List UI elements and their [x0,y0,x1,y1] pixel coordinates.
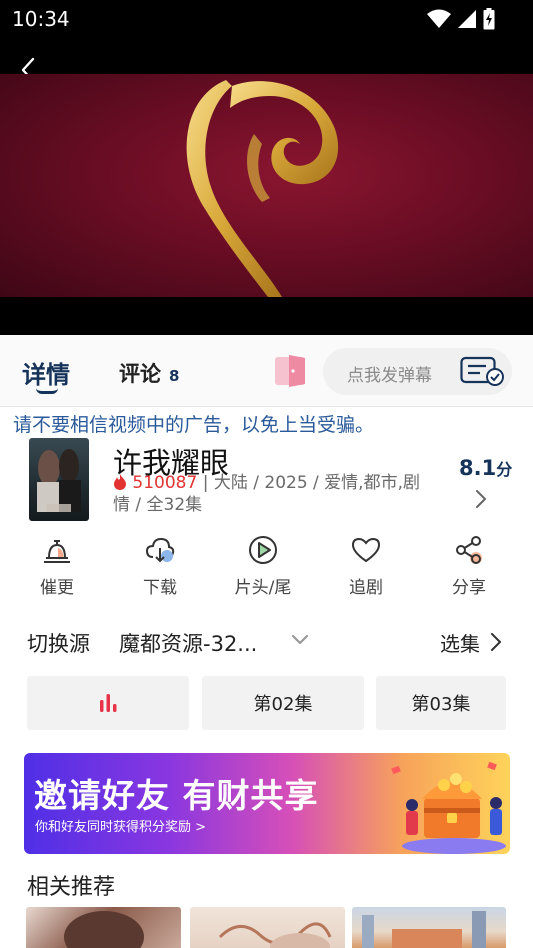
treasure-chest-illustration [391,761,506,854]
playing-bars-icon [100,694,117,712]
play-circle-icon [249,536,277,564]
chevron-down-icon[interactable] [290,632,310,648]
heat-count: 510087 [132,473,198,493]
cloud-download-icon [145,537,175,563]
action-label: 分享 [452,578,486,598]
tab-bar: 详情 评论 8 点我发弹幕 [0,335,533,407]
bell-icon [44,540,70,563]
related-section-title: 相关推荐 [27,875,116,900]
episodes-link[interactable]: 选集 [440,628,480,657]
show-poster[interactable] [29,438,89,521]
flame-icon [114,474,126,490]
share-button[interactable]: 分享 [424,534,514,600]
invite-banner[interactable]: 邀请好友 有财共享 你和好友同时获得积分奖励 > [24,753,510,854]
thumbnail-art [218,922,332,948]
tab-detail[interactable]: 详情 [22,355,70,390]
video-frame[interactable] [0,74,533,297]
scam-warning: 请不要相信视频中的广告，以免上当受骗。 [13,414,375,436]
danmaku-placeholder: 点我发弹幕 [347,366,432,386]
battery-charging-icon [483,8,495,30]
comment-count-badge: 8 [169,367,180,385]
danmaku-settings-icon[interactable] [460,356,504,386]
follow-show-button[interactable]: 追剧 [321,534,411,600]
episode-button[interactable]: 第03集 [376,676,506,730]
action-row: 催更 下载 片头/尾 追剧 分享 [0,534,533,604]
thumbnail-art [362,911,486,948]
danmaku-toggle-icon[interactable] [275,355,305,387]
thumbnail-art [64,911,144,948]
show-rating[interactable]: 8.1分 [459,456,512,480]
show-meta: 510087 | 大陆 / 2025 / 爱情,都市,剧情 / 全32集 [113,472,433,516]
remind-update-button[interactable]: 催更 [12,534,102,600]
action-label: 片头/尾 [234,578,292,598]
chevron-right-icon[interactable] [490,632,502,652]
action-label: 催更 [40,578,74,598]
video-artwork [186,80,339,297]
status-time: 10:34 [12,7,70,31]
download-button[interactable]: 下载 [115,534,205,600]
source-row: 切换源 魔都资源-32... 选集 [0,620,533,664]
chevron-right-icon[interactable] [474,489,488,509]
episode-button[interactable]: 第02集 [202,676,364,730]
tab-comments[interactable]: 评论 [119,358,161,388]
wifi-icon [427,9,451,28]
poster-art [37,449,81,512]
video-player[interactable] [0,42,533,335]
related-thumbnail[interactable] [190,907,345,948]
rating-value: 8.1 [459,456,497,480]
rating-unit: 分 [496,460,513,479]
tab-active-indicator [36,388,58,394]
skip-intro-button[interactable]: 片头/尾 [218,534,308,600]
related-thumbnail[interactable] [26,907,181,948]
status-bar: 10:34 [0,0,533,42]
danmaku-input[interactable]: 点我发弹幕 [323,348,512,395]
banner-subtitle: 你和好友同时获得积分奖励 > [35,820,207,835]
action-label: 追剧 [349,578,383,598]
related-thumbnail[interactable] [352,907,506,948]
status-icons [427,8,495,30]
cellular-signal-icon [458,10,476,28]
share-icon [456,536,482,564]
source-select[interactable]: 魔都资源-32... [119,628,257,658]
source-label: 切换源 [27,632,90,656]
action-label: 下载 [143,578,177,598]
heart-icon [351,537,381,563]
banner-title: 邀请好友 有财共享 [34,776,319,815]
episode-button-playing[interactable] [27,676,189,730]
